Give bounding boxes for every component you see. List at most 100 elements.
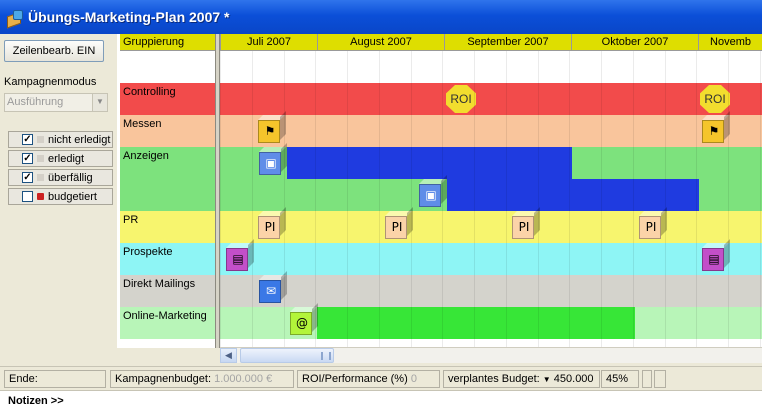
month-header[interactable]: Oktober 2007 [571, 34, 698, 51]
row-track[interactable]: ROI ROI [223, 83, 762, 115]
pr-icon: PI [258, 216, 280, 239]
mailing-marker[interactable]: ✉ [256, 276, 286, 306]
grid-line [315, 51, 316, 348]
checkbox-icon[interactable] [22, 191, 33, 202]
grid-line [601, 51, 602, 348]
grid-line [760, 51, 761, 348]
lock-icon [37, 193, 44, 200]
left-panel: Zeilenbearb. EIN Kampagnenmodus Ausführu… [0, 34, 117, 366]
status-extra-2 [654, 370, 666, 388]
row-label: Online-Marketing [123, 310, 207, 322]
chevron-down-icon[interactable]: ▼ [543, 375, 551, 384]
row-track[interactable]: ▤ ▤ [223, 243, 762, 275]
checkbox-icon[interactable]: ✓ [22, 134, 33, 145]
filter-label: budgetiert [48, 190, 97, 203]
month-header[interactable]: September 2007 [444, 34, 571, 51]
trade-fair-marker[interactable]: ⚑ [255, 116, 285, 146]
trade-fair-marker[interactable]: ⚑ [699, 116, 729, 146]
filter-done[interactable]: ✓ erledigt [8, 150, 113, 167]
status-square-icon [37, 174, 44, 181]
grid-line [506, 51, 507, 348]
row-track[interactable]: ✉ [223, 275, 762, 307]
chevron-down-icon[interactable]: ▼ [92, 94, 107, 111]
brochure-icon: ▤ [226, 248, 248, 271]
grid-line [379, 51, 380, 348]
filter-label: nicht erledigt [48, 133, 111, 146]
ad-icon: ▣ [259, 152, 281, 175]
month-header[interactable]: Juli 2007 [220, 34, 317, 51]
grid-line [728, 51, 729, 348]
row-track[interactable]: ▣ [223, 147, 762, 179]
ad-icon: ▣ [419, 184, 441, 207]
status-bar: Ende: Kampagnenbudget: 1.000.000 € ROI/P… [0, 366, 762, 390]
month-header[interactable]: August 2007 [317, 34, 444, 51]
grid-line [411, 51, 412, 348]
grid-line [252, 51, 253, 348]
filter-not-done[interactable]: ✓ nicht erledigt [8, 131, 113, 148]
online-marker[interactable]: @ [287, 308, 317, 338]
row-label: Anzeigen [123, 150, 169, 162]
month-header[interactable]: Novemb [698, 34, 762, 51]
horizontal-scrollbar[interactable]: ◀ [220, 347, 762, 363]
scroll-thumb[interactable] [240, 348, 334, 363]
roi-label: ROI [446, 85, 476, 113]
filter-budgeted[interactable]: budgetiert [8, 188, 113, 205]
checkbox-icon[interactable]: ✓ [22, 153, 33, 164]
roi-marker[interactable]: ROI [699, 83, 730, 113]
filter-label: überfällig [48, 171, 93, 184]
row-label: PR [123, 214, 139, 226]
grid-line [442, 51, 443, 348]
status-square-icon [37, 155, 44, 162]
status-square-icon [37, 136, 44, 143]
brochure-marker[interactable]: ▤ [699, 244, 729, 274]
campaign-mode-value: Ausführung [7, 96, 64, 108]
grid-line [538, 51, 539, 348]
pr-marker[interactable]: PI [255, 212, 285, 242]
percent-field: 45% [601, 370, 639, 388]
grid-line [474, 51, 475, 348]
pr-marker[interactable]: PI [509, 212, 539, 242]
campaign-bar[interactable] [287, 147, 572, 179]
filter-overdue[interactable]: ✓ überfällig [8, 169, 113, 186]
row-label: Controlling [123, 86, 176, 98]
campaign-grid[interactable]: Gruppierung Juli 2007 August 2007 Septem… [117, 34, 762, 348]
grid-line [284, 51, 285, 348]
campaign-bar[interactable] [447, 179, 699, 211]
flag-icon: ⚑ [702, 120, 724, 143]
roi-marker[interactable]: ROI [445, 83, 476, 113]
row-label [120, 179, 215, 211]
row-track[interactable]: ▣ [223, 179, 762, 211]
pr-marker[interactable]: PI [636, 212, 666, 242]
roi-field: ROI/Performance (%) 0 [297, 370, 440, 388]
notes-toggle[interactable]: Notizen >> [0, 390, 762, 411]
checkbox-icon[interactable]: ✓ [22, 172, 33, 183]
status-extra-1 [642, 370, 652, 388]
end-field: Ende: [4, 370, 106, 388]
campaign-mode-label: Kampagnenmodus [4, 76, 97, 88]
grid-line [696, 51, 697, 348]
envelope-icon: ✉ [259, 280, 281, 303]
at-icon: @ [290, 312, 312, 335]
row-label: Messen [123, 118, 162, 130]
budget-field: Kampagnenbudget: 1.000.000 € [110, 370, 294, 388]
campaign-bar[interactable] [317, 307, 635, 339]
roi-label: ROI [700, 85, 730, 113]
pr-marker[interactable]: PI [382, 212, 412, 242]
brochure-marker[interactable]: ▤ [223, 244, 253, 274]
row-track[interactable]: @ [223, 307, 762, 339]
campaign-mode-select[interactable]: Ausführung ▼ [4, 93, 108, 112]
grid-line [220, 51, 221, 348]
grid-line [347, 51, 348, 348]
window-title: Übungs-Marketing-Plan 2007 * [28, 9, 230, 25]
row-track[interactable]: ⚑ ⚑ [223, 115, 762, 147]
filter-label: erledigt [48, 152, 85, 165]
planned-budget-field[interactable]: verplantes Budget: ▼ 450.000 [443, 370, 600, 388]
row-track[interactable]: PI PI PI PI [223, 211, 762, 243]
group-header[interactable]: Gruppierung [120, 34, 215, 83]
splitter[interactable] [215, 34, 220, 348]
scroll-left-arrow-icon[interactable]: ◀ [220, 348, 237, 363]
ad-marker[interactable]: ▣ [256, 148, 286, 178]
grid-line [665, 51, 666, 348]
pr-icon: PI [385, 216, 407, 239]
row-edit-button[interactable]: Zeilenbearb. EIN [4, 40, 104, 62]
